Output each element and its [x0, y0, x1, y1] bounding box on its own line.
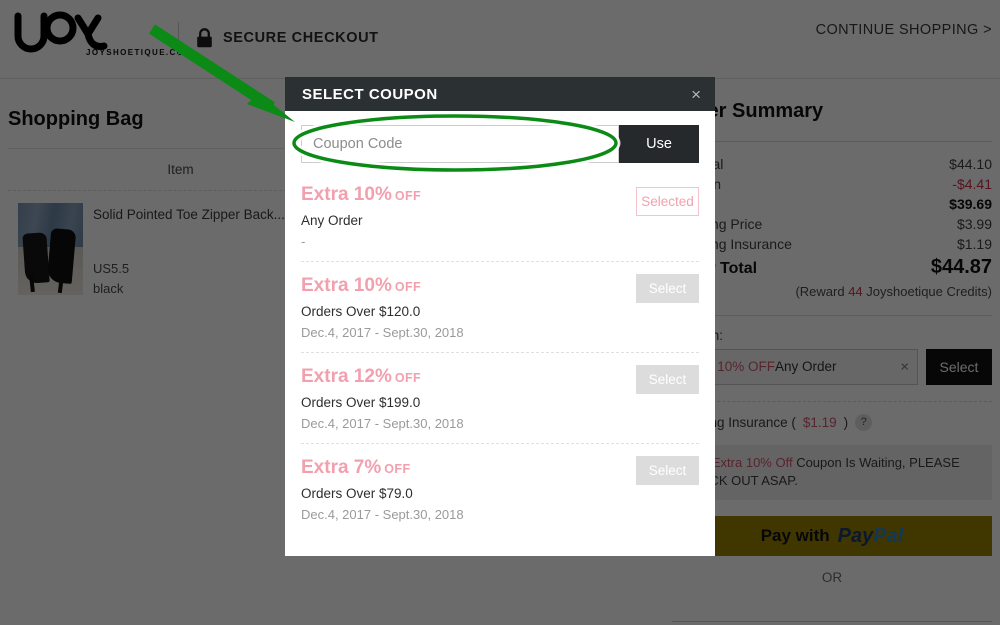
coupon-validity-date: Dec.4, 2017 - Sept.30, 2018: [301, 415, 464, 431]
coupon-list-item[interactable]: Extra 12% OFF Orders Over $199.0 Dec.4, 2…: [301, 351, 699, 443]
coupon-select-button[interactable]: Select: [636, 455, 699, 485]
coupon-off-label: OFF: [394, 279, 422, 294]
coupon-off-label: OFF: [384, 461, 411, 476]
coupon-off-label: OFF: [394, 370, 422, 385]
coupon-condition: Orders Over $120.0: [301, 303, 421, 319]
coupon-code-row: Use: [301, 125, 699, 163]
coupon-code-input[interactable]: [301, 125, 619, 163]
coupon-validity-date: -: [301, 233, 306, 249]
use-coupon-button[interactable]: Use: [619, 125, 699, 163]
coupon-list-item[interactable]: Extra 7% OFF Orders Over $79.0 Dec.4, 201…: [301, 442, 699, 534]
coupon-validity-date: Dec.4, 2017 - Sept.30, 2018: [301, 324, 464, 340]
select-coupon-modal: SELECT COUPON × Use Extra 10%OFF Any Ord…: [285, 77, 715, 556]
coupon-validity-date: Dec.4, 2017 - Sept.30, 2018: [301, 506, 464, 522]
coupon-list: Extra 10% OFF Any Order - Selected Extra …: [301, 181, 699, 534]
coupon-list-item[interactable]: Extra 10% OFF Any Order - Selected: [301, 181, 699, 261]
coupon-selected-badge[interactable]: Selected: [636, 187, 699, 216]
coupon-condition: Orders Over $199.0: [301, 394, 421, 410]
modal-header: SELECT COUPON ×: [285, 77, 715, 111]
coupon-select-button[interactable]: Select: [636, 364, 699, 394]
coupon-amount: Extra 10%: [301, 184, 392, 205]
close-icon[interactable]: ×: [691, 86, 701, 103]
coupon-list-item[interactable]: Extra 10% OFF Orders Over $120.0 Dec.4, 2…: [301, 260, 699, 352]
coupon-amount: Extra 12%: [301, 365, 392, 387]
coupon-select-button[interactable]: Select: [636, 273, 699, 303]
modal-title: SELECT COUPON: [302, 85, 438, 103]
coupon-condition: Orders Over $79.0: [301, 485, 413, 501]
coupon-amount: Extra 7%: [301, 456, 382, 478]
coupon-off-label: OFF: [394, 189, 422, 203]
modal-body: Use Extra 10%OFF Any Order - Selected Ex…: [285, 111, 715, 534]
coupon-amount: Extra 10%: [301, 274, 392, 296]
